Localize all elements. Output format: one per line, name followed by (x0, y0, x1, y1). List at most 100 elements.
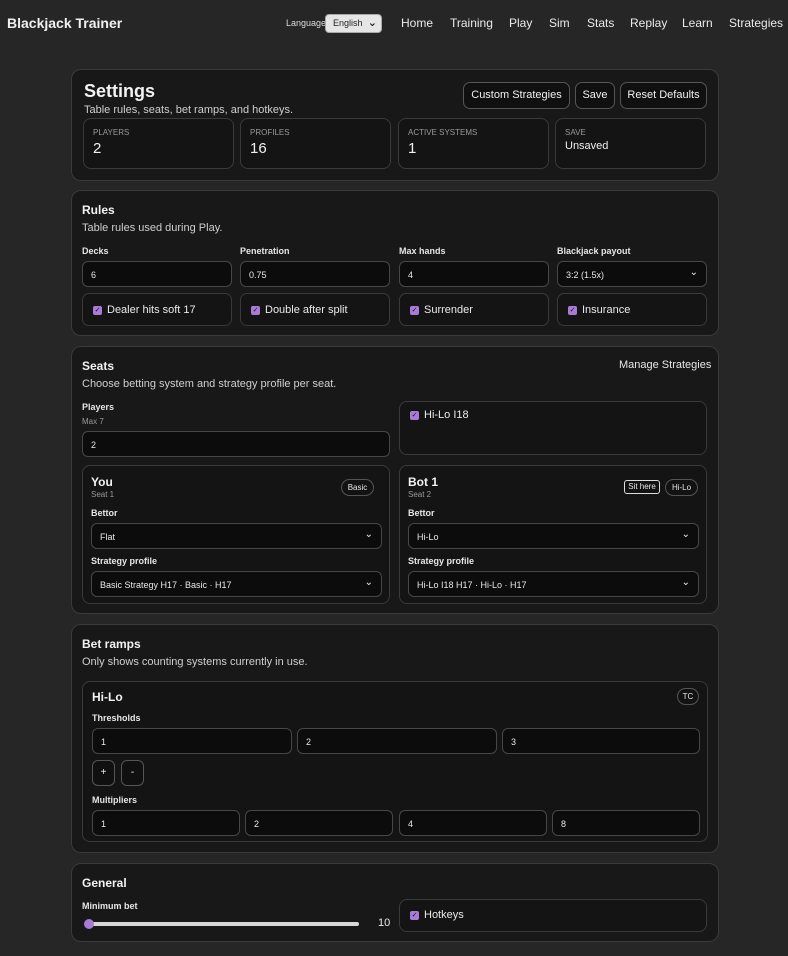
chevron-down-icon: ⌄ (367, 17, 377, 29)
chevron-down-icon: ⌄ (689, 267, 698, 278)
strategy-profile-label: Strategy profile (91, 556, 158, 566)
threshold-input[interactable]: 3 (502, 728, 700, 754)
settings-card: Settings Table rules, seats, bet ramps, … (71, 69, 719, 181)
add-threshold-button[interactable]: + (92, 760, 115, 786)
rules-subtitle: Table rules used during Play. (82, 222, 223, 234)
slider-handle[interactable] (84, 919, 94, 929)
nav-replay[interactable]: Replay (630, 16, 667, 30)
chevron-down-icon: ⌄ (681, 577, 690, 588)
stat-label: Players (93, 128, 130, 137)
multiplier-input[interactable]: 8 (552, 810, 700, 836)
penetration-label: Penetration (240, 246, 290, 256)
multiplier-input[interactable]: 4 (399, 810, 547, 836)
strategy-profile-select[interactable]: Hi-Lo I18 H17 · Hi-Lo · H17 ⌄ (408, 571, 699, 597)
reset-defaults-button[interactable]: Reset Defaults (620, 82, 707, 109)
rules-title: Rules (82, 203, 115, 217)
nav-training[interactable]: Training (450, 16, 493, 30)
bet-ramps-subtitle: Only shows counting systems currently in… (82, 656, 308, 668)
threshold-value: 1 (101, 737, 107, 747)
stat-label: Profiles (250, 128, 290, 137)
max-hands-input[interactable]: 4 (399, 261, 549, 287)
surrender-toggle[interactable]: ✓ Surrender (399, 293, 549, 326)
hilo-i18-toggle[interactable]: ✓ Hi-Lo I18 (399, 401, 707, 455)
language-label: Language (286, 18, 327, 28)
penetration-value: 0.75 (249, 270, 267, 280)
checkbox-checked-icon: ✓ (410, 411, 419, 420)
checkbox-label: Dealer hits soft 17 (107, 304, 196, 316)
bettor-value: Flat (100, 532, 116, 542)
penetration-input[interactable]: 0.75 (240, 261, 390, 287)
stat-profiles: Profiles 16 (240, 118, 391, 169)
general-card: General Minimum bet 10 ✓ Hotkeys (71, 863, 719, 942)
strategy-profile-value: Basic Strategy H17 · Basic · H17 (100, 580, 232, 590)
checkbox-label: Double after split (265, 304, 348, 316)
nav-home[interactable]: Home (401, 16, 433, 30)
nav-sim[interactable]: Sim (549, 16, 570, 30)
multiplier-input[interactable]: 2 (245, 810, 393, 836)
decks-label: Decks (82, 246, 109, 256)
seat-number: Seat 2 (408, 490, 432, 499)
seats-title: Seats (82, 359, 115, 373)
ramp-badge: TC (677, 688, 699, 705)
multipliers-label: Multipliers (92, 795, 138, 805)
general-title: General (82, 876, 127, 890)
manage-strategies-link[interactable]: Manage Strategies (619, 359, 711, 371)
top-bar: Blackjack Trainer Language English ⌄ Hom… (0, 0, 788, 46)
seats-subtitle: Choose betting system and strategy profi… (82, 378, 337, 390)
nav-strategies[interactable]: Strategies (729, 16, 783, 30)
payout-label: Blackjack payout (557, 246, 631, 256)
remove-threshold-button[interactable]: - (121, 760, 144, 786)
stat-label: Save (565, 128, 586, 137)
players-input[interactable]: 2 (82, 431, 390, 457)
seats-card: Seats Choose betting system and strategy… (71, 346, 719, 614)
strategy-profile-select[interactable]: Basic Strategy H17 · Basic · H17 ⌄ (91, 571, 382, 597)
threshold-input[interactable]: 2 (297, 728, 497, 754)
nav-learn[interactable]: Learn (682, 16, 713, 30)
dealer-hits-soft-17-toggle[interactable]: ✓ Dealer hits soft 17 (82, 293, 232, 326)
minimum-bet-slider[interactable] (86, 922, 359, 926)
app-title: Blackjack Trainer (7, 15, 123, 31)
players-hint: Max 7 (82, 417, 104, 426)
language-select[interactable]: English ⌄ (325, 14, 382, 33)
nav-play[interactable]: Play (509, 16, 532, 30)
stat-value: 16 (250, 140, 267, 157)
thresholds-label: Thresholds (92, 713, 141, 723)
multiplier-input[interactable]: 1 (92, 810, 240, 836)
save-button[interactable]: Save (575, 82, 615, 109)
decks-input[interactable]: 6 (82, 261, 232, 287)
stat-players: Players 2 (83, 118, 234, 169)
bettor-select[interactable]: Flat ⌄ (91, 523, 382, 549)
seat-number: Seat 1 (91, 490, 115, 499)
chevron-down-icon: ⌄ (364, 529, 373, 540)
payout-select[interactable]: 3:2 (1.5x) ⌄ (557, 261, 707, 287)
checkbox-label: Hotkeys (424, 909, 464, 921)
ramp-system-name: Hi-Lo (92, 690, 123, 704)
sit-here-button[interactable]: Sit here (624, 480, 660, 494)
payout-value: 3:2 (1.5x) (566, 270, 605, 280)
rules-card: Rules Table rules used during Play. Deck… (71, 190, 719, 336)
stat-value: Unsaved (565, 140, 609, 152)
checkbox-checked-icon: ✓ (251, 306, 260, 315)
custom-strategies-button[interactable]: Custom Strategies (463, 82, 570, 109)
language-value: English (333, 18, 363, 28)
stat-value: 1 (408, 140, 417, 157)
page-title: Settings (84, 81, 156, 101)
insurance-toggle[interactable]: ✓ Insurance (557, 293, 707, 326)
minimum-bet-label: Minimum bet (82, 901, 138, 911)
seat-name: You (91, 475, 113, 489)
hotkeys-toggle[interactable]: ✓ Hotkeys (399, 899, 707, 932)
checkbox-checked-icon: ✓ (568, 306, 577, 315)
minimum-bet-value: 10 (378, 917, 391, 929)
players-label: Players (82, 402, 115, 412)
stat-value: 2 (93, 140, 102, 157)
threshold-input[interactable]: 1 (92, 728, 292, 754)
players-value: 2 (91, 440, 97, 450)
bettor-select[interactable]: Hi-Lo ⌄ (408, 523, 699, 549)
multiplier-value: 1 (101, 819, 107, 829)
seat-name: Bot 1 (408, 475, 438, 489)
max-hands-label: Max hands (399, 246, 446, 256)
nav-stats[interactable]: Stats (587, 16, 614, 30)
bet-ramps-title: Bet ramps (82, 637, 141, 651)
seat-card-you: You Seat 1 Basic Bettor Flat ⌄ Strategy … (82, 465, 390, 604)
double-after-split-toggle[interactable]: ✓ Double after split (240, 293, 390, 326)
